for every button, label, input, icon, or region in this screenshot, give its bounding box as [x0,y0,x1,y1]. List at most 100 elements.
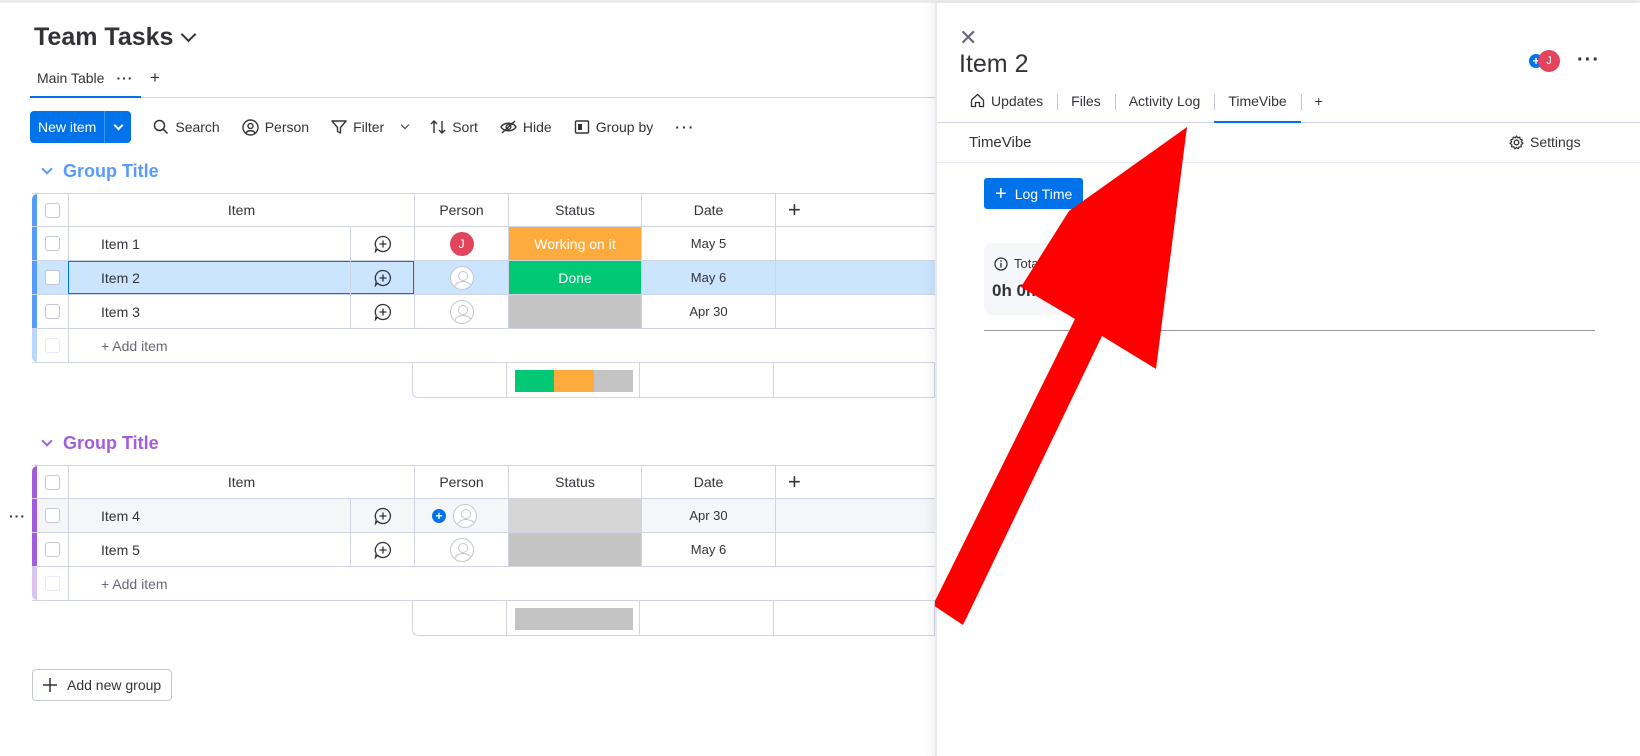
row-checkbox[interactable] [37,295,68,328]
sort-button[interactable]: Sort [430,119,478,135]
tab-updates[interactable]: Updates [970,89,1057,123]
sort-icon [430,120,446,134]
table-row[interactable]: Item 4 + Apr 30 [32,499,935,533]
date-cell[interactable]: May 5 [641,227,775,260]
row-checkbox[interactable] [37,227,68,260]
group-by-button[interactable]: Group by [574,119,653,135]
add-view-button[interactable]: + [150,68,160,88]
add-column-button[interactable]: + [775,466,935,498]
table-row[interactable]: Item 2 Done May 6 [32,261,935,295]
search-button[interactable]: Search [153,119,220,135]
chevron-down-icon[interactable] [105,111,131,143]
row-checkbox[interactable] [37,499,68,532]
status-cell[interactable] [508,295,641,328]
total-logged-card: Total Logged 0h 0m [984,243,1164,315]
column-header-date[interactable]: Date [641,194,775,226]
add-update-icon[interactable] [350,261,414,294]
select-all-checkbox[interactable] [37,194,68,226]
column-header-person[interactable]: Person [414,466,508,498]
status-cell[interactable] [508,499,641,532]
group-header[interactable]: Group Title [41,433,159,454]
status-summary-bar[interactable] [515,608,633,630]
chevron-down-icon[interactable] [41,435,53,447]
date-cell[interactable]: May 6 [641,261,775,294]
panel-title[interactable]: Item 2 [959,50,1028,79]
add-tab-button[interactable]: + [1300,89,1337,123]
more-options-icon[interactable]: ··· [675,119,695,135]
add-person-icon[interactable]: + [432,508,446,523]
table-header-row: Item Person Status Date + [32,193,935,227]
add-update-icon[interactable] [350,499,414,532]
add-new-group-button[interactable]: Add new group [32,669,173,701]
group-by-icon [574,120,589,134]
chevron-down-icon[interactable] [400,120,410,130]
column-header-item[interactable]: Item [68,194,414,226]
person-cell[interactable] [414,533,508,566]
close-icon[interactable]: ✕ [959,25,977,51]
status-cell[interactable]: Working on it [508,227,641,260]
add-column-button[interactable]: + [775,194,935,226]
tab-timevibe[interactable]: TimeVibe [1214,89,1301,123]
person-cell[interactable] [414,295,508,328]
info-icon[interactable] [994,256,1008,271]
table-header-row: Item Person Status Date + [32,465,935,499]
tab-main-table[interactable]: Main Table ··· [30,66,142,98]
column-header-date[interactable]: Date [641,466,775,498]
more-options-icon[interactable]: ··· [1577,49,1600,72]
log-time-button[interactable]: + Log Time [984,178,1084,209]
empty-avatar-icon [449,537,474,562]
tab-activity-log[interactable]: Activity Log [1114,89,1215,123]
board-title[interactable]: Team Tasks [34,23,197,52]
gear-icon [1509,134,1524,149]
view-tabs: Main Table ··· + [30,66,935,98]
add-update-icon[interactable] [350,227,414,260]
row-checkbox[interactable] [37,533,68,566]
add-update-icon[interactable] [350,295,414,328]
tab-files[interactable]: Files [1057,89,1115,123]
app-name: TimeVibe [969,134,1032,151]
row-more-icon[interactable]: ··· [9,508,26,524]
date-cell[interactable]: Apr 30 [641,295,775,328]
settings-button[interactable]: Settings [1509,134,1581,150]
row-checkbox[interactable] [37,261,68,294]
column-header-status[interactable]: Status [508,466,641,498]
add-item-row[interactable]: + Add item [32,329,935,363]
search-icon [154,119,169,135]
person-cell[interactable] [414,261,508,294]
status-cell[interactable]: Done [508,261,641,294]
status-summary-bar[interactable] [515,370,633,392]
add-item-row[interactable]: + Add item [32,567,935,601]
select-all-checkbox[interactable] [37,466,68,498]
column-header-person[interactable]: Person [414,194,508,226]
add-item-input[interactable]: + Add item [68,329,935,362]
new-item-button[interactable]: New item [30,111,132,143]
date-cell[interactable]: May 6 [641,533,775,566]
hide-button[interactable]: Hide [500,119,552,135]
column-header-item[interactable]: Item [68,466,414,498]
add-update-icon[interactable] [350,533,414,566]
person-cell[interactable]: J [414,227,508,260]
table-row[interactable]: Item 5 May 6 [32,533,935,567]
chevron-down-icon[interactable] [181,26,197,43]
avatar: J [449,231,474,256]
column-header-status[interactable]: Status [508,194,641,226]
table-row[interactable]: Item 3 Apr 30 [32,295,935,329]
status-summary-segment [593,370,633,392]
person-cell[interactable]: + [414,499,508,532]
person-icon [242,118,259,136]
group-header[interactable]: Group Title [41,161,159,182]
board-area: Team Tasks Main Table ··· + New item Sea… [0,3,935,756]
eye-off-icon [500,120,517,134]
add-item-input[interactable]: + Add item [68,567,935,600]
empty-avatar-icon [449,299,474,324]
table-row[interactable]: Item 1 J Working on it May 5 [32,227,935,261]
chevron-down-icon[interactable] [41,163,53,175]
date-cell[interactable]: Apr 30 [641,499,775,532]
group-summary-row [412,601,935,636]
status-summary-segment [515,370,555,392]
subscribers[interactable]: + J [1529,50,1560,72]
filter-button[interactable]: Filter [331,119,410,135]
person-filter-button[interactable]: Person [242,118,309,136]
more-icon[interactable]: ··· [116,70,133,96]
status-cell[interactable] [508,533,641,566]
